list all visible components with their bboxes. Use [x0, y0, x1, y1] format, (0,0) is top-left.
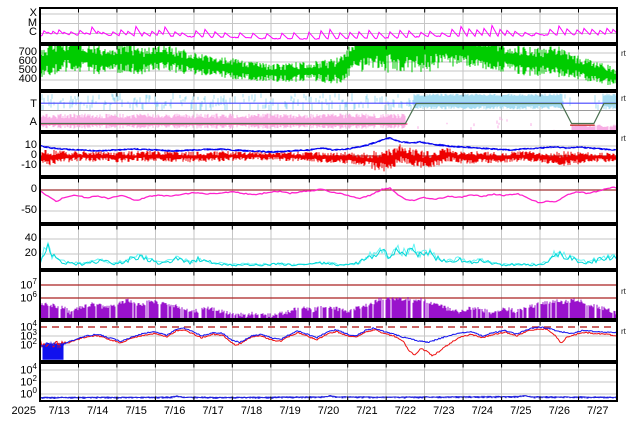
day-ticks	[78, 272, 579, 276]
rt-label-elec: rt	[621, 327, 626, 336]
x-axis-tick-label: 7/22	[394, 405, 417, 417]
panel-b	[40, 133, 617, 176]
x-axis-tick-label: 7/14	[86, 405, 109, 417]
electron-flux-sat1-trace	[40, 328, 617, 357]
panel-xray	[40, 8, 617, 43]
x-axis-tick-label: 7/26	[548, 405, 570, 417]
x-axis-tick-label: 7/23	[433, 405, 455, 417]
panel-prot	[40, 271, 617, 319]
x-axis-tick-label: 7/19	[279, 405, 301, 417]
x-axis-tick-label: 7/27	[587, 405, 609, 417]
y-axis-tick-label-dens: 40	[24, 232, 37, 245]
y-axis-tick-label-dens: 20	[24, 247, 37, 259]
y-axis-tick-label-ta: A	[29, 115, 37, 128]
x-axis-tick-label: 7/25	[510, 405, 532, 417]
x-axis-tick-label: 7/21	[356, 405, 378, 417]
y-axis-tick-label-xray: C	[29, 26, 37, 39]
panel-frame-dst	[39, 177, 618, 224]
x-axis-tick-label: 7/24	[471, 405, 494, 417]
y-axis-tick-label-prot: 106	[20, 289, 37, 305]
day-ticks	[78, 226, 579, 230]
panel-speed	[40, 45, 617, 90]
panel-lowprot	[40, 363, 617, 401]
y-axis-tick-label-ta: T	[30, 97, 37, 110]
panel-dens	[40, 225, 617, 269]
bt-fuzz	[40, 137, 617, 154]
rt-label-ta: rt	[621, 94, 626, 103]
y-axis-tick-label-elec: 102	[20, 337, 37, 352]
x-axis-tick-label: 7/13	[48, 405, 70, 417]
bz-fuzz	[40, 144, 617, 172]
day-ticks	[78, 322, 579, 326]
t-fuzz	[40, 93, 617, 110]
x-axis-tick-label: 7/17	[202, 405, 224, 417]
proton-bars	[40, 297, 617, 319]
y-axis-tick-label-dst: -50	[21, 203, 37, 216]
x-axis-tick-label: 7/20	[317, 405, 340, 417]
xray-trace	[40, 24, 617, 40]
x-axis-tick-label: 7/18	[240, 405, 263, 417]
y-axis-tick-label-prot: 107	[20, 277, 37, 292]
panel-dst	[40, 178, 617, 223]
x-axis-tick-label: 7/15	[125, 405, 147, 417]
y-axis-tick-label-lowprot: 100	[20, 385, 37, 401]
rt-label-prot: rt	[621, 287, 626, 296]
rt-label-speed: rt	[621, 49, 626, 58]
x-axis-tick-label: 7/16	[163, 405, 186, 417]
y-axis-tick-label-b: -10	[21, 159, 37, 171]
y-axis-tick-label-dst: 0	[30, 183, 37, 195]
solar-geophysical-activity-plot: 2025 X M C 700 600 500 400 rt T Art 10 0 -10 rt 0 -50 40…	[0, 0, 634, 424]
day-ticks	[78, 179, 579, 183]
y-axis-tick-label-speed: 400	[18, 73, 37, 85]
panel-elec	[40, 321, 617, 361]
panel-ta	[40, 92, 617, 131]
rt-label-b: rt	[621, 134, 626, 143]
year-label: 2025	[11, 405, 36, 417]
plot-svg	[39, 7, 618, 402]
day-ticks	[78, 134, 579, 138]
day-ticks	[78, 9, 579, 13]
